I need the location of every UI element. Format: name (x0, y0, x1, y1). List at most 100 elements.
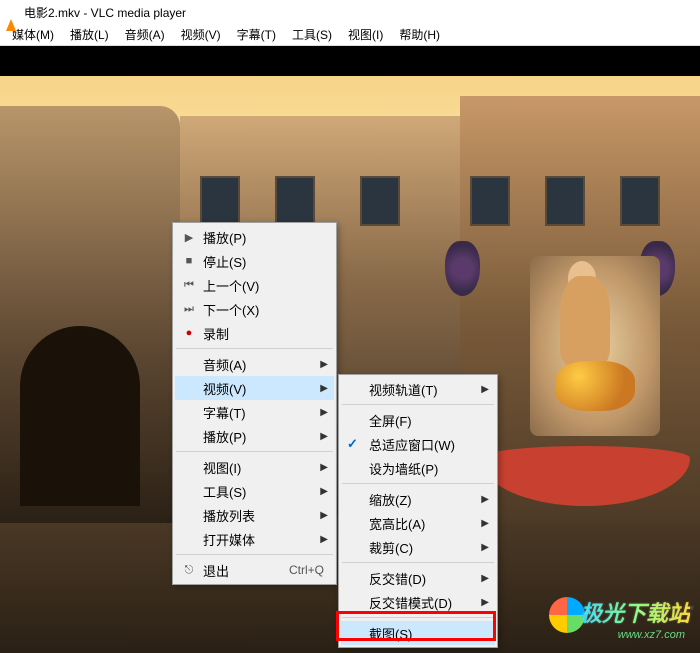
submenu-arrow-icon: ▶ (481, 597, 489, 608)
submenu-arrow-icon: ▶ (481, 384, 489, 395)
submenu-arrow-icon: ▶ (320, 383, 328, 394)
ctx-label: 视频(V) (203, 379, 246, 398)
scene-grapes (445, 241, 480, 296)
ctx-label: 视频轨道(T) (369, 380, 438, 399)
submenu-arrow-icon: ▶ (320, 407, 328, 418)
menu-separator (342, 483, 494, 484)
record-icon: ● (181, 327, 197, 339)
menu-separator (176, 348, 333, 349)
ctx-label: 全屏(F) (369, 411, 412, 430)
ctx-snapshot[interactable]: 截图(S) (341, 621, 495, 645)
scene-window (275, 176, 315, 226)
submenu-arrow-icon: ▶ (320, 431, 328, 442)
ctx-label: 播放(P) (203, 228, 246, 247)
menu-separator (176, 451, 333, 452)
ctx-label: 宽高比(A) (369, 514, 425, 533)
submenu-arrow-icon: ▶ (320, 510, 328, 521)
submenu-arrow-icon: ▶ (320, 486, 328, 497)
ctx-label: 退出 (203, 561, 229, 580)
scene-window (545, 176, 585, 226)
ctx-playlist[interactable]: 播放列表 ▶ (175, 503, 334, 527)
submenu-arrow-icon: ▶ (481, 494, 489, 505)
window-title: 电影2.mkv - VLC media player (24, 4, 186, 21)
ctx-tools[interactable]: 工具(S) ▶ (175, 479, 334, 503)
ctx-next[interactable]: ⏭ 下一个(X) (175, 297, 334, 321)
menu-separator (176, 554, 333, 555)
ctx-audio[interactable]: 音频(A) ▶ (175, 352, 334, 376)
ctx-fit-window[interactable]: ✓ 总适应窗口(W) (341, 432, 495, 456)
watermark-url: www.xz7.com (618, 629, 685, 641)
ctx-label: 播放列表 (203, 506, 255, 525)
context-menu-video: 视频轨道(T) ▶ 全屏(F) ✓ 总适应窗口(W) 设为墙纸(P) 缩放(Z)… (338, 374, 498, 648)
ctx-play[interactable]: ▶ 播放(P) (175, 225, 334, 249)
ctx-deinterlace-mode[interactable]: 反交错模式(D) ▶ (341, 590, 495, 614)
scene-arch (20, 326, 140, 506)
menu-separator (342, 562, 494, 563)
ctx-aspect-ratio[interactable]: 宽高比(A) ▶ (341, 511, 495, 535)
menu-separator (342, 617, 494, 618)
menu-video[interactable]: 视频(V) (173, 24, 229, 45)
menubar: 媒体(M) 播放(L) 音频(A) 视频(V) 字幕(T) 工具(S) 视图(I… (0, 24, 700, 46)
scene-mural-figure (560, 276, 610, 366)
submenu-arrow-icon: ▶ (481, 573, 489, 584)
submenu-arrow-icon: ▶ (320, 462, 328, 473)
ctx-crop[interactable]: 裁剪(C) ▶ (341, 535, 495, 559)
menu-subtitle[interactable]: 字幕(T) (229, 24, 284, 45)
ctx-video-track[interactable]: 视频轨道(T) ▶ (341, 377, 495, 401)
menu-help[interactable]: 帮助(H) (391, 24, 448, 45)
previous-icon: ⏮ (181, 279, 197, 292)
video-area[interactable]: ▶ 播放(P) ■ 停止(S) ⏮ 上一个(V) ⏭ 下一个(X) ● 录制 音… (0, 46, 700, 653)
ctx-label: 上一个(V) (203, 276, 259, 295)
scene-window (200, 176, 240, 226)
ctx-subtitle[interactable]: 字幕(T) ▶ (175, 400, 334, 424)
ctx-label: 设为墙纸(P) (369, 459, 438, 478)
next-icon: ⏭ (181, 303, 197, 316)
ctx-stop[interactable]: ■ 停止(S) (175, 249, 334, 273)
ctx-label: 停止(S) (203, 252, 246, 271)
ctx-open-media[interactable]: 打开媒体 ▶ (175, 527, 334, 551)
exit-icon: ⎋ (181, 564, 197, 577)
play-icon: ▶ (181, 231, 197, 244)
check-icon: ✓ (347, 436, 358, 452)
ctx-label: 录制 (203, 324, 229, 343)
ctx-video[interactable]: 视频(V) ▶ (175, 376, 334, 400)
scene-window (470, 176, 510, 226)
ctx-label: 缩放(Z) (369, 490, 412, 509)
ctx-label: 视图(I) (203, 458, 241, 477)
ctx-quit[interactable]: ⎋ 退出 Ctrl+Q (175, 558, 334, 582)
ctx-label: 打开媒体 (203, 530, 255, 549)
submenu-arrow-icon: ▶ (481, 542, 489, 553)
watermark-text: 极光下载站 (580, 596, 690, 628)
ctx-fullscreen[interactable]: 全屏(F) (341, 408, 495, 432)
submenu-arrow-icon: ▶ (481, 518, 489, 529)
scene-window (620, 176, 660, 226)
menu-tools[interactable]: 工具(S) (284, 24, 340, 45)
ctx-shortcut: Ctrl+Q (289, 563, 324, 577)
ctx-set-wallpaper[interactable]: 设为墙纸(P) (341, 456, 495, 480)
menu-audio[interactable]: 音频(A) (117, 24, 173, 45)
ctx-label: 反交错模式(D) (369, 593, 452, 612)
ctx-record[interactable]: ● 录制 (175, 321, 334, 345)
ctx-label: 截图(S) (369, 624, 412, 643)
ctx-playback[interactable]: 播放(P) ▶ (175, 424, 334, 448)
menu-view[interactable]: 视图(I) (340, 24, 391, 45)
submenu-arrow-icon: ▶ (320, 359, 328, 370)
scene-mural (530, 256, 660, 436)
letterbox (0, 46, 700, 76)
menu-playback[interactable]: 播放(L) (62, 24, 117, 45)
scene-window (360, 176, 400, 226)
menu-separator (342, 404, 494, 405)
ctx-label: 裁剪(C) (369, 538, 413, 557)
ctx-deinterlace[interactable]: 反交错(D) ▶ (341, 566, 495, 590)
scene-building (0, 106, 180, 526)
ctx-label: 字幕(T) (203, 403, 246, 422)
ctx-zoom[interactable]: 缩放(Z) ▶ (341, 487, 495, 511)
ctx-previous[interactable]: ⏮ 上一个(V) (175, 273, 334, 297)
ctx-view[interactable]: 视图(I) ▶ (175, 455, 334, 479)
ctx-label: 工具(S) (203, 482, 246, 501)
titlebar: 电影2.mkv - VLC media player (0, 0, 700, 24)
ctx-label: 下一个(X) (203, 300, 259, 319)
ctx-label: 播放(P) (203, 427, 246, 446)
stop-icon: ■ (181, 255, 197, 267)
ctx-label: 总适应窗口(W) (369, 435, 455, 454)
